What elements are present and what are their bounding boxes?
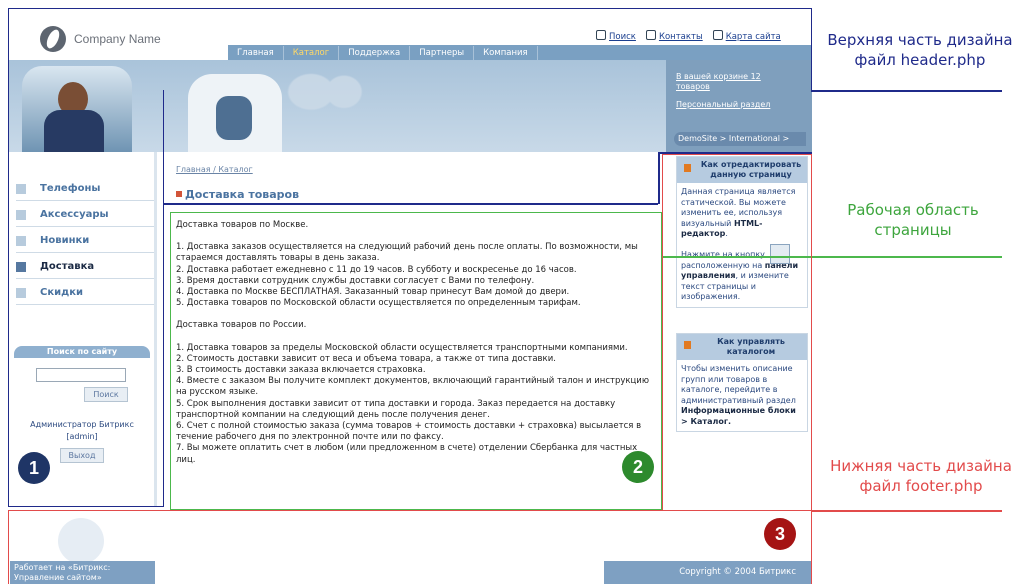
- header-note: Верхняя часть дизайна файл header.php: [827, 31, 1013, 69]
- marker-2: 2: [622, 451, 654, 483]
- footer-frame: [8, 510, 812, 584]
- site-selector[interactable]: DemoSite > International >: [674, 132, 806, 146]
- footer-note: Нижняя часть дизайна файл footer.php: [830, 457, 1012, 495]
- work-area-note: Рабочая область страницы: [847, 201, 979, 239]
- footer-frame-connector: [812, 510, 1002, 512]
- footer-frame-right: [662, 154, 812, 510]
- marker-3: 3: [764, 518, 796, 550]
- work-area-frame: [170, 212, 662, 510]
- header-frame-inner: [164, 203, 658, 205]
- marker-1: 1: [18, 452, 50, 484]
- header-frame-top: [8, 8, 812, 92]
- header-frame-left: [8, 90, 164, 507]
- page-title: Доставка товаров: [176, 188, 299, 201]
- title-bullet-icon: [176, 191, 182, 197]
- breadcrumb[interactable]: Главная / Каталог: [176, 165, 253, 174]
- header-frame-inner-vert: [658, 152, 660, 204]
- personal-link[interactable]: Персональный раздел: [676, 100, 770, 109]
- header-frame-connector: [812, 90, 1002, 92]
